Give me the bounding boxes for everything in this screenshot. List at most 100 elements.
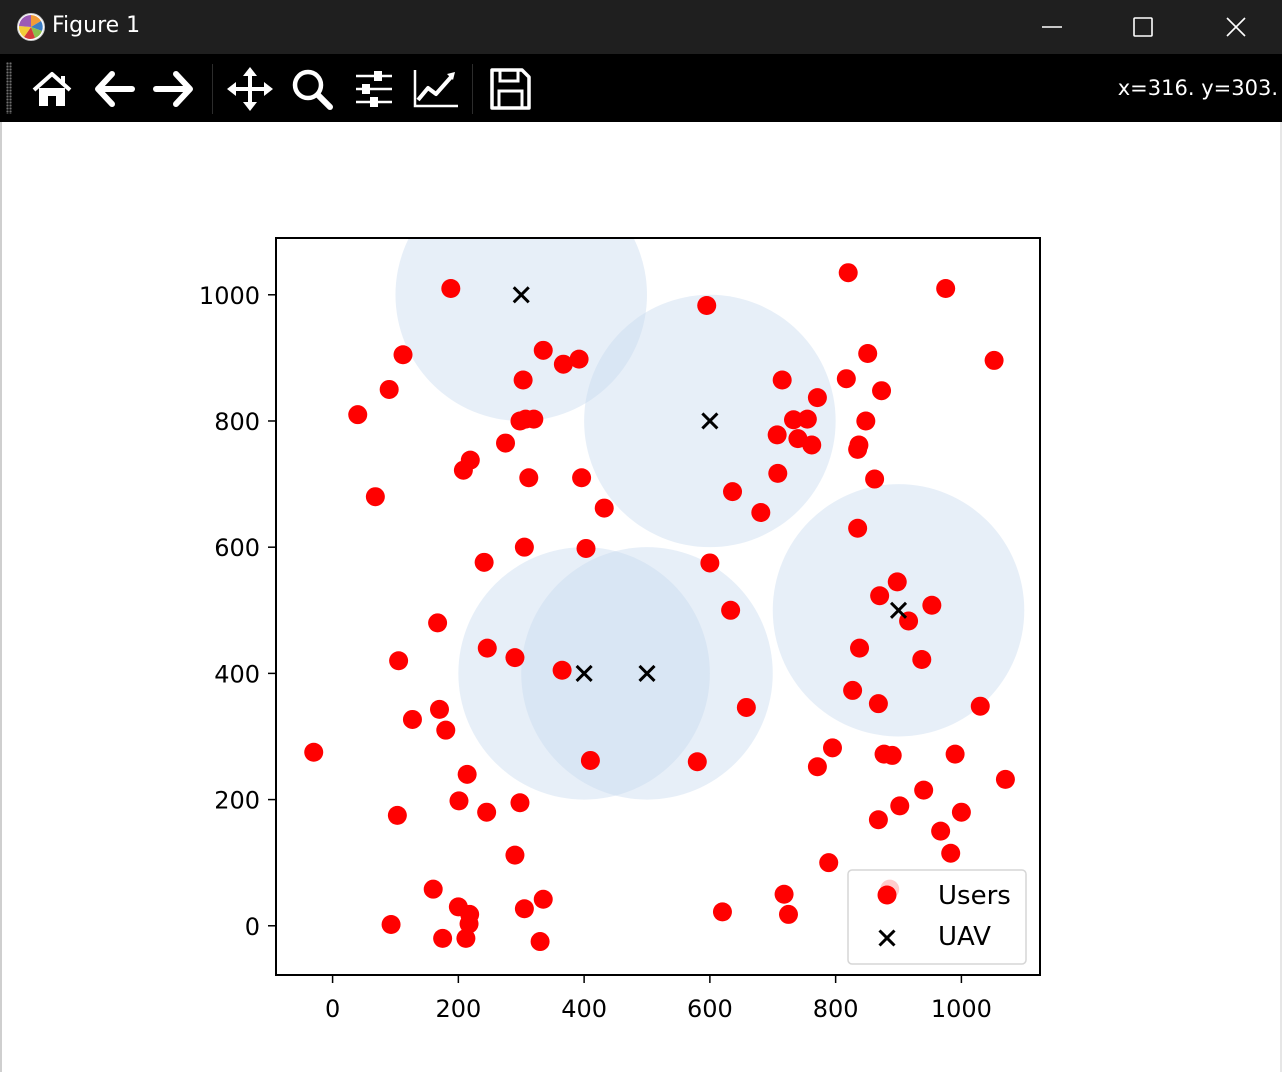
close-button[interactable] <box>1190 0 1282 54</box>
user-point <box>850 638 870 658</box>
legend-users-marker <box>877 885 897 905</box>
toolbar-separator <box>212 64 213 114</box>
user-point <box>348 405 368 425</box>
user-point <box>697 296 717 316</box>
floppy-disk-icon <box>490 68 531 110</box>
user-point <box>514 537 534 557</box>
user-point <box>449 791 469 811</box>
user-point <box>848 439 868 459</box>
arrow-right-icon <box>153 71 193 107</box>
toolbar-grip <box>6 62 12 114</box>
user-point <box>767 425 787 445</box>
user-point <box>402 709 422 729</box>
user-point <box>513 370 533 390</box>
save-button[interactable] <box>486 66 534 112</box>
x-tick-label: 600 <box>687 995 733 1023</box>
user-point <box>552 660 572 680</box>
user-point <box>524 409 544 429</box>
user-point <box>872 381 892 401</box>
user-point <box>887 572 907 592</box>
user-point <box>838 263 858 283</box>
y-tick-label: 0 <box>245 913 260 941</box>
user-point <box>941 843 961 863</box>
user-point <box>569 349 589 369</box>
minimize-button[interactable] <box>1006 0 1098 54</box>
user-point <box>496 433 516 453</box>
x-tick-label: 400 <box>561 995 607 1023</box>
user-point <box>807 757 827 777</box>
window-title: Figure 1 <box>52 13 141 38</box>
edit-axes-button[interactable] <box>412 66 460 112</box>
plot-area <box>304 238 1025 952</box>
line-chart-icon <box>413 70 458 108</box>
user-point <box>922 595 942 615</box>
user-point <box>843 680 863 700</box>
x-tick-label: 1000 <box>931 995 992 1023</box>
user-point <box>510 793 530 813</box>
user-point <box>441 278 461 298</box>
zoom-button[interactable] <box>288 66 336 112</box>
user-point <box>784 410 804 430</box>
user-point <box>723 482 743 502</box>
user-point <box>865 469 885 489</box>
y-tick-label: 1000 <box>199 282 260 310</box>
user-point <box>576 538 596 558</box>
configure-subplots-button[interactable] <box>350 66 398 112</box>
move-icon <box>227 67 273 111</box>
close-icon <box>1226 17 1246 37</box>
arrow-left-icon <box>95 71 135 107</box>
home-icon <box>32 72 72 106</box>
user-point <box>453 460 473 480</box>
legend-users-label: Users <box>938 881 1011 911</box>
user-point <box>736 697 756 717</box>
user-point <box>533 889 553 909</box>
user-point <box>721 600 741 620</box>
matplotlib-logo-icon <box>16 12 46 42</box>
user-point <box>772 370 792 390</box>
user-point <box>700 553 720 573</box>
user-point <box>477 802 497 822</box>
user-point <box>931 821 951 841</box>
figure-canvas[interactable]: 0 200 400 600 800 1000 0 200 400 600 800 1000 Users U… <box>0 122 1282 1080</box>
user-point <box>477 638 497 658</box>
minimize-icon <box>1042 26 1062 28</box>
x-tick-label: 200 <box>435 995 481 1023</box>
scatter-chart: 0 200 400 600 800 100002004006008001000UsersU… <box>199 237 1041 1023</box>
user-point <box>712 902 732 922</box>
user-point <box>594 498 614 518</box>
toolbar-separator <box>472 64 473 114</box>
maximize-button[interactable] <box>1097 0 1189 54</box>
user-point <box>984 350 1004 370</box>
forward-button[interactable] <box>150 66 198 112</box>
user-point <box>389 651 409 671</box>
sliders-icon <box>356 71 392 107</box>
user-point <box>505 845 525 865</box>
user-point <box>433 928 453 948</box>
user-point <box>572 468 592 488</box>
back-button[interactable] <box>90 66 138 112</box>
user-point <box>580 750 600 770</box>
user-point <box>687 752 707 772</box>
title-bar: Figure 1 <box>0 0 1282 54</box>
y-tick-label: 400 <box>214 660 260 688</box>
home-button[interactable] <box>28 66 76 112</box>
user-point <box>945 744 965 764</box>
user-point <box>530 932 550 952</box>
user-point <box>474 552 494 572</box>
user-point <box>970 696 990 716</box>
y-tick-label: 800 <box>214 408 260 436</box>
user-point <box>822 738 842 758</box>
user-point <box>936 278 956 298</box>
user-point <box>423 879 443 899</box>
pan-button[interactable] <box>226 66 274 112</box>
user-point <box>304 742 324 762</box>
user-point <box>858 343 878 363</box>
user-point <box>381 915 401 935</box>
user-point <box>870 586 890 606</box>
user-point <box>856 411 876 431</box>
user-point <box>836 369 856 389</box>
user-point <box>912 650 932 670</box>
user-point <box>774 884 794 904</box>
y-tick-label: 200 <box>214 787 260 815</box>
x-tick-label: 800 <box>813 995 859 1023</box>
